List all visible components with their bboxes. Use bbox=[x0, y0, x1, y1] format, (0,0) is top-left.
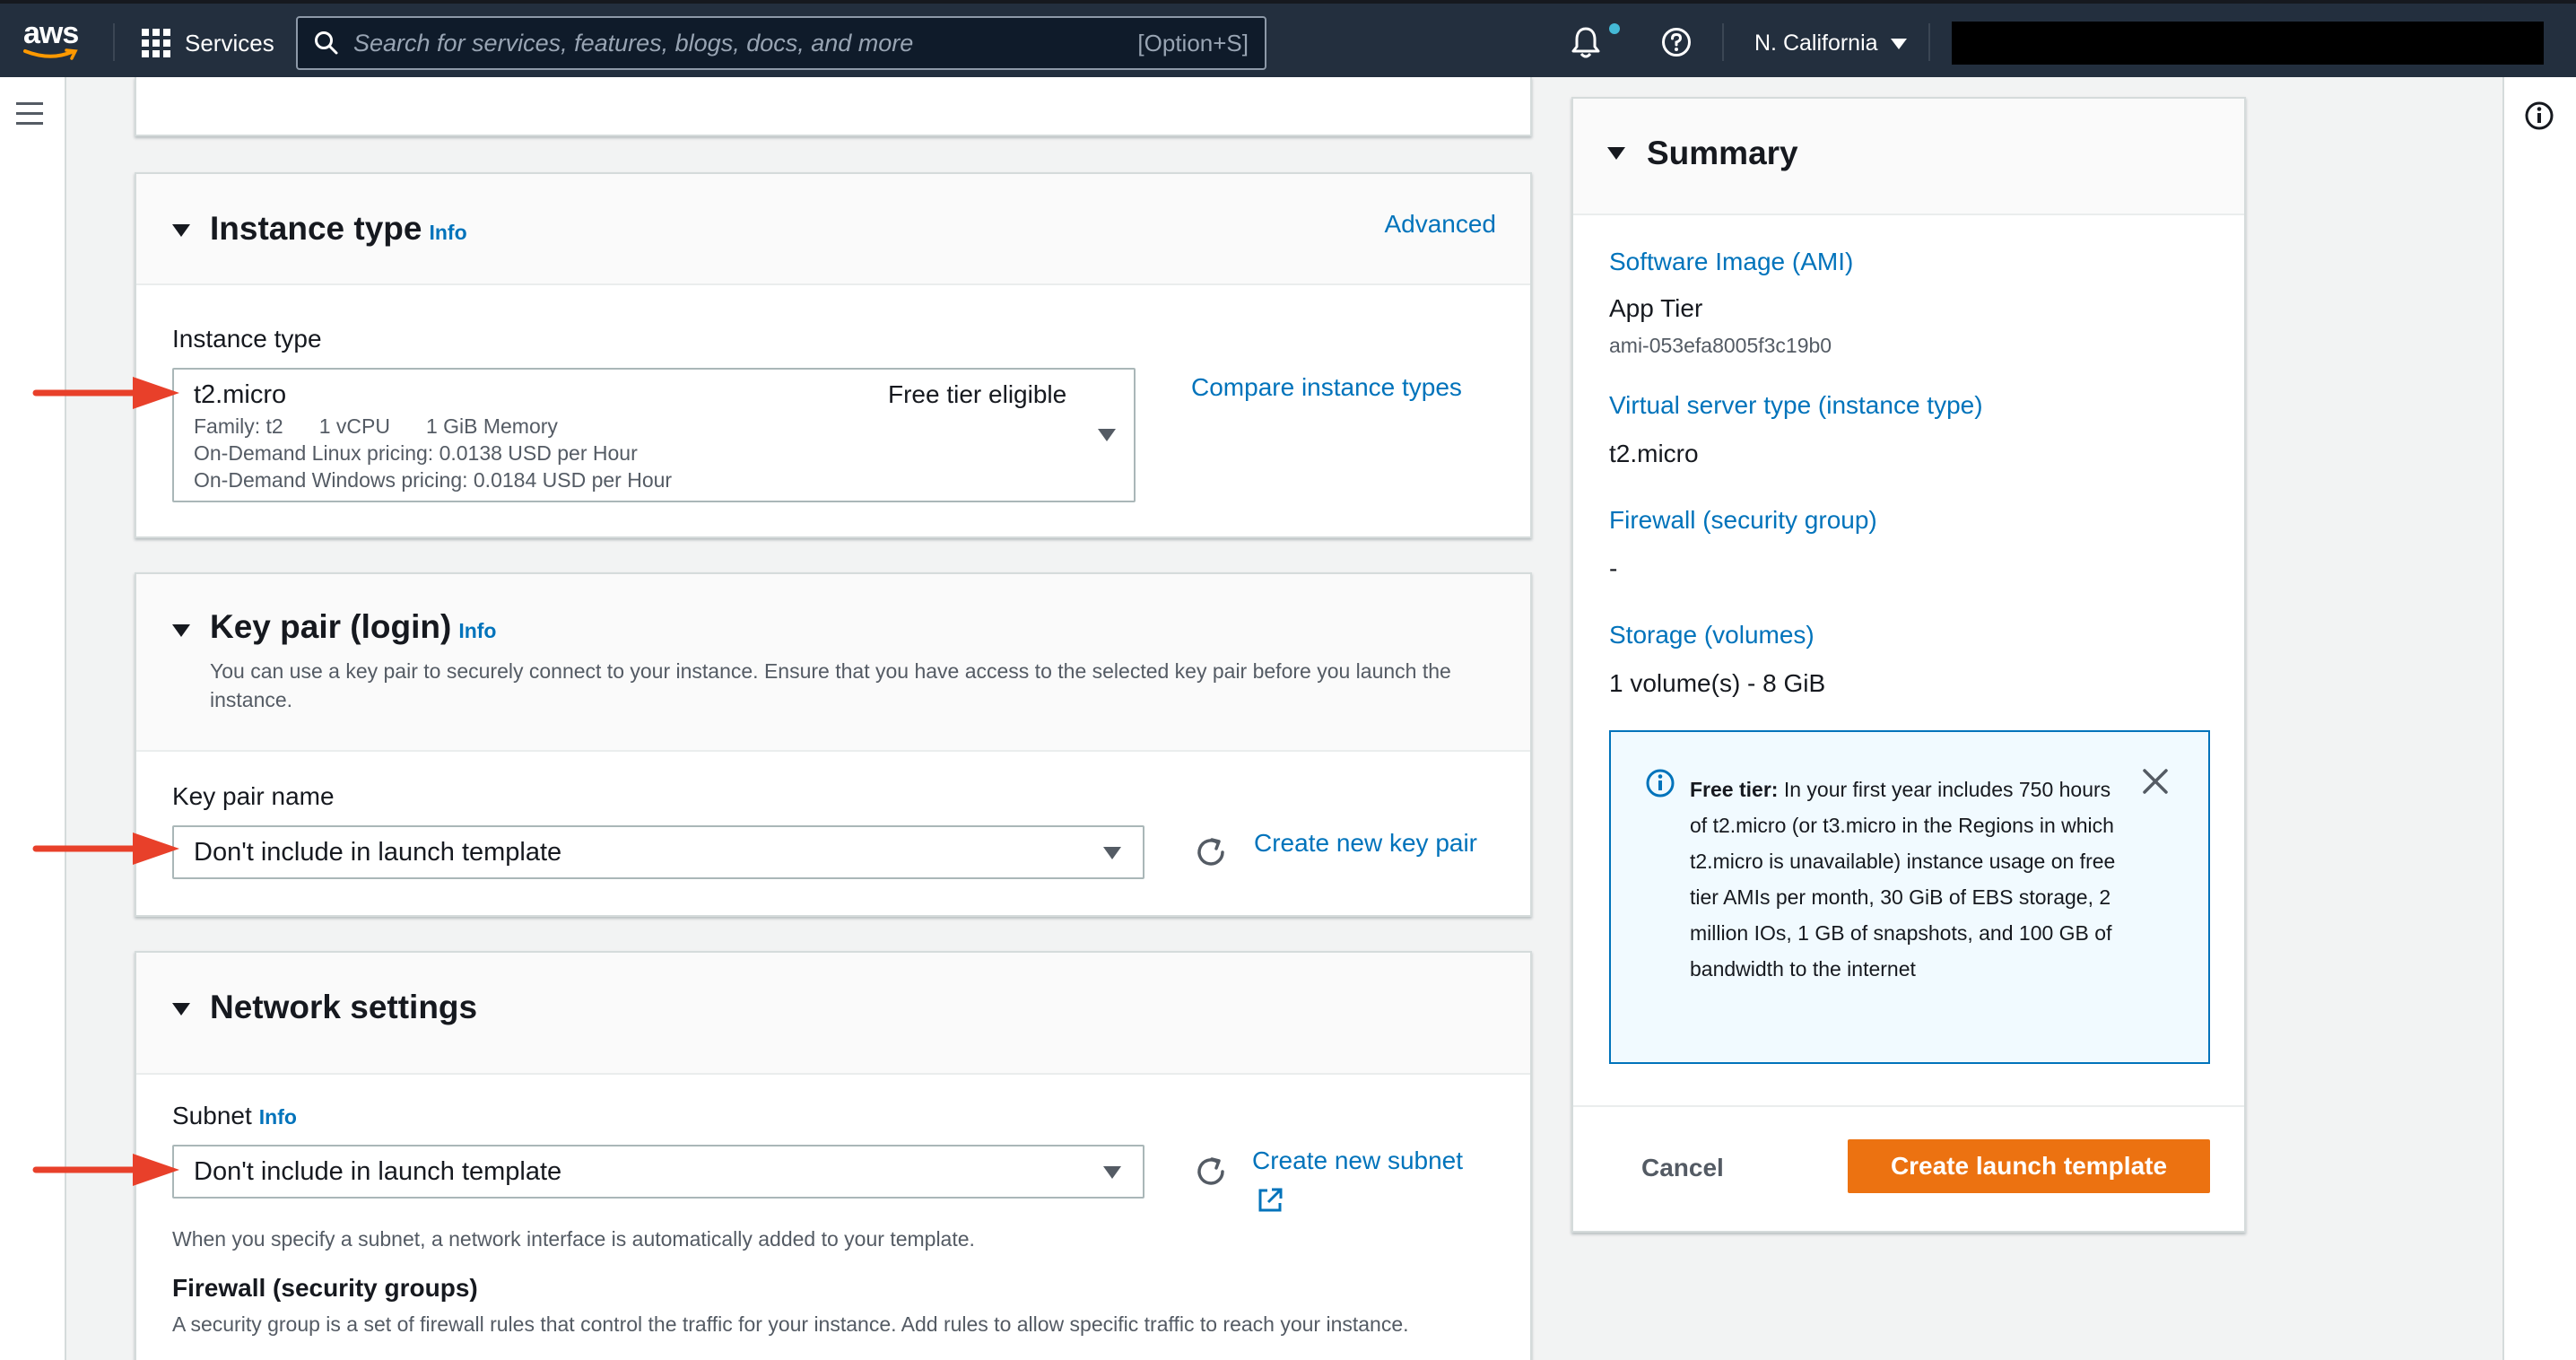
external-link-icon[interactable] bbox=[1256, 1186, 1284, 1215]
notification-dot bbox=[1609, 23, 1620, 34]
ami-name: App Tier bbox=[1609, 294, 1703, 322]
selected-subnet: Don't include in launch template bbox=[194, 1157, 562, 1186]
expand-triangle-icon[interactable] bbox=[1607, 147, 1625, 160]
info-icon bbox=[1646, 769, 1675, 798]
free-tier-badge: Free tier eligible bbox=[888, 380, 1067, 408]
refresh-icon[interactable] bbox=[1193, 1154, 1229, 1190]
search-placeholder: Search for services, features, blogs, do… bbox=[353, 29, 914, 57]
ami-id: ami-053efa8005f3c19b0 bbox=[1609, 334, 1832, 357]
help-button[interactable] bbox=[1661, 27, 1692, 62]
create-new-key-pair-link[interactable]: Create new key pair bbox=[1254, 829, 1477, 858]
summary-divider bbox=[1573, 1105, 2244, 1107]
region-selector[interactable]: N. California bbox=[1754, 31, 1907, 57]
annotation-arrow-icon bbox=[32, 377, 179, 409]
subnet-select[interactable]: Don't include in launch template bbox=[172, 1145, 1144, 1199]
services-menu-button[interactable]: Services bbox=[142, 29, 274, 57]
key-pair-panel: Key pair (login) Info You can use a key … bbox=[135, 572, 1532, 917]
key-pair-name-label: Key pair name bbox=[172, 782, 335, 810]
expand-triangle-icon[interactable] bbox=[172, 224, 190, 237]
summary-panel: Summary Software Image (AMI) App Tier am… bbox=[1571, 97, 2246, 1233]
free-tier-alert: Free tier: In your first year includes 7… bbox=[1609, 730, 2210, 1064]
security-group-link[interactable]: Firewall (security group) bbox=[1609, 506, 1877, 535]
instance-family: Family: t2 bbox=[194, 414, 283, 438]
close-icon[interactable] bbox=[2142, 768, 2169, 795]
create-launch-template-button[interactable]: Create launch template bbox=[1848, 1139, 2210, 1193]
key-pair-header: Key pair (login) Info You can use a key … bbox=[136, 574, 1530, 752]
key-pair-description: You can use a key pair to securely conne… bbox=[210, 659, 1451, 711]
annotation-arrow-icon bbox=[32, 1154, 179, 1186]
caret-down-icon bbox=[1103, 847, 1121, 859]
search-icon bbox=[315, 31, 338, 55]
instance-type-select[interactable]: t2.micro Free tier eligible Family: t2 1… bbox=[172, 368, 1136, 502]
key-pair-select[interactable]: Don't include in launch template bbox=[172, 825, 1144, 879]
summary-header: Summary bbox=[1573, 99, 2244, 215]
hamburger-menu-icon[interactable] bbox=[16, 102, 43, 132]
windows-pricing: On-Demand Windows pricing: 0.0184 USD pe… bbox=[194, 468, 673, 492]
storage-link[interactable]: Storage (volumes) bbox=[1609, 621, 1815, 649]
grid-icon bbox=[142, 29, 170, 57]
annotation-arrow-icon bbox=[32, 833, 179, 865]
bell-icon bbox=[1571, 27, 1600, 58]
create-new-subnet-link[interactable]: Create new subnet bbox=[1252, 1146, 1463, 1175]
expand-triangle-icon[interactable] bbox=[172, 624, 190, 637]
services-label: Services bbox=[185, 29, 274, 57]
linux-pricing: On-Demand Linux pricing: 0.0138 USD per … bbox=[194, 441, 638, 465]
caret-down-icon bbox=[1103, 1166, 1121, 1179]
top-navigation: aws Services Search for services, featur… bbox=[0, 0, 2576, 77]
info-icon[interactable] bbox=[2524, 100, 2554, 131]
previous-panel-bottom bbox=[135, 77, 1532, 136]
nav-divider bbox=[1928, 23, 1930, 61]
free-tier-label: Free tier: bbox=[1690, 778, 1779, 801]
selected-instance-type: t2.micro bbox=[194, 380, 287, 409]
firewall-title: Firewall (security groups) bbox=[172, 1274, 478, 1302]
security-group-value: - bbox=[1609, 554, 1618, 582]
aws-smile-icon bbox=[23, 48, 78, 60]
advanced-link[interactable]: Advanced bbox=[1384, 210, 1496, 239]
instance-type-value: t2.micro bbox=[1609, 440, 1699, 467]
refresh-icon[interactable] bbox=[1193, 834, 1229, 870]
caret-down-icon bbox=[1098, 429, 1116, 441]
instance-vcpu: 1 vCPU bbox=[318, 414, 390, 438]
account-menu-redacted[interactable] bbox=[1952, 22, 2544, 65]
compare-instance-types-link[interactable]: Compare instance types bbox=[1191, 373, 1462, 402]
notifications-button[interactable] bbox=[1570, 25, 1602, 64]
aws-logo-text: aws bbox=[23, 16, 79, 50]
region-label: N. California bbox=[1754, 31, 1878, 56]
storage-value: 1 volume(s) - 8 GiB bbox=[1609, 669, 1826, 697]
instance-memory: 1 GiB Memory bbox=[425, 414, 558, 438]
info-link[interactable]: Info bbox=[259, 1105, 297, 1129]
search-input[interactable]: Search for services, features, blogs, do… bbox=[296, 16, 1266, 70]
help-icon bbox=[1662, 28, 1691, 57]
section-title: Instance type bbox=[210, 210, 422, 247]
free-tier-message: Free tier: In your first year includes 7… bbox=[1690, 772, 2120, 987]
selected-key-pair: Don't include in launch template bbox=[194, 838, 562, 867]
instance-type-panel: Instance type Info Advanced Instance typ… bbox=[135, 172, 1532, 538]
cancel-button[interactable]: Cancel bbox=[1641, 1154, 1724, 1182]
info-link[interactable]: Info bbox=[458, 619, 496, 643]
section-title: Key pair (login) bbox=[210, 608, 452, 645]
network-settings-panel: Network settings Subnet Info Don't inclu… bbox=[135, 951, 1532, 1360]
summary-title: Summary bbox=[1647, 135, 1798, 171]
instance-type-link[interactable]: Virtual server type (instance type) bbox=[1609, 391, 1983, 420]
expand-triangle-icon[interactable] bbox=[172, 1003, 190, 1016]
caret-down-icon bbox=[1890, 38, 1907, 49]
firewall-description: A security group is a set of firewall ru… bbox=[172, 1312, 1409, 1336]
nav-divider bbox=[113, 23, 115, 61]
info-link[interactable]: Info bbox=[429, 221, 466, 245]
instance-type-header: Instance type Info Advanced bbox=[136, 174, 1530, 285]
nav-divider bbox=[1722, 23, 1724, 61]
search-shortcut: [Option+S] bbox=[1137, 29, 1249, 57]
free-tier-body: In your first year includes 750 hours of… bbox=[1690, 778, 2116, 981]
aws-logo[interactable]: aws bbox=[23, 16, 86, 65]
ami-link[interactable]: Software Image (AMI) bbox=[1609, 248, 1853, 276]
subnet-help-text: When you specify a subnet, a network int… bbox=[172, 1227, 975, 1251]
subnet-label: Subnet bbox=[172, 1102, 252, 1129]
instance-type-label: Instance type bbox=[172, 325, 322, 353]
section-title: Network settings bbox=[210, 989, 478, 1025]
network-settings-header: Network settings bbox=[136, 953, 1530, 1075]
right-tools-rail bbox=[2502, 77, 2576, 1360]
